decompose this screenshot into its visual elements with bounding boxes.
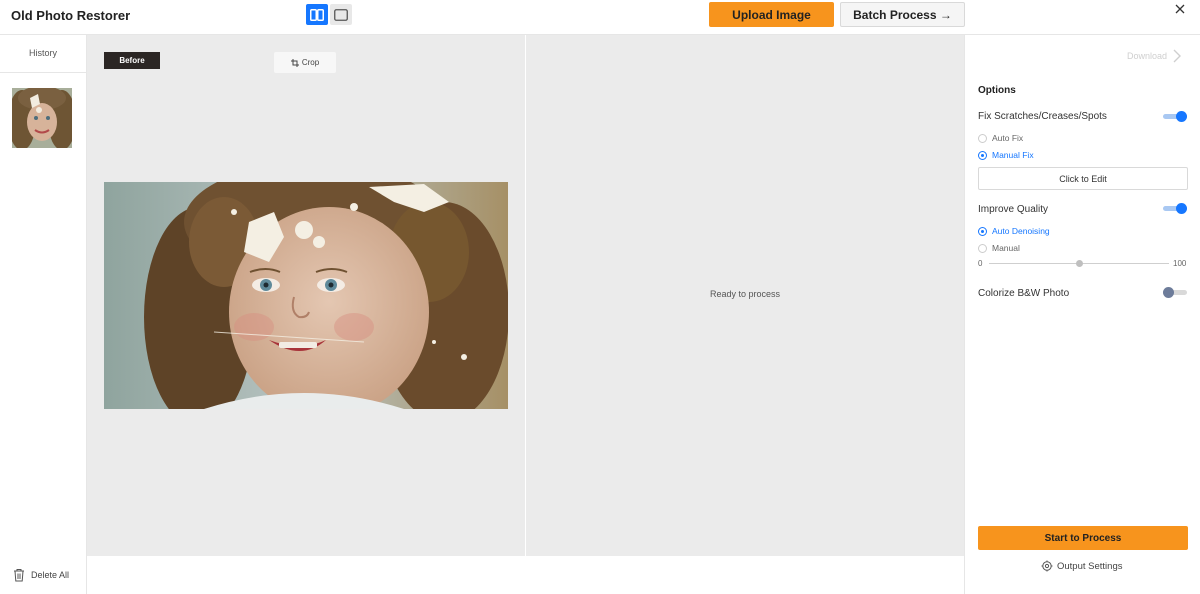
manual-fix-label: Manual Fix bbox=[992, 150, 1034, 160]
batch-process-button[interactable]: Batch Process → bbox=[840, 2, 965, 27]
radio-icon bbox=[978, 133, 987, 143]
app-title: Old Photo Restorer bbox=[11, 8, 131, 23]
ready-status: Ready to process bbox=[709, 289, 781, 299]
split-view-button[interactable] bbox=[306, 4, 328, 25]
fix-scratches-toggle[interactable] bbox=[1163, 111, 1187, 123]
close-icon[interactable] bbox=[1173, 2, 1187, 16]
before-canvas: Before Crop bbox=[87, 35, 525, 556]
trash-icon bbox=[14, 569, 24, 582]
app-header: Old Photo Restorer Upload Image Batch Pr… bbox=[0, 0, 1200, 35]
history-thumbnail-image bbox=[12, 88, 72, 148]
single-view-icon bbox=[334, 8, 348, 21]
history-title: History bbox=[0, 35, 86, 73]
delete-all-label: Delete All bbox=[31, 570, 70, 580]
options-heading: Options bbox=[978, 85, 1016, 96]
view-mode-toggle bbox=[306, 4, 352, 25]
original-photo bbox=[104, 182, 508, 409]
radio-checked-icon bbox=[978, 226, 987, 236]
output-settings-button[interactable]: Output Settings bbox=[1041, 560, 1122, 572]
slider-min-label: 0 bbox=[978, 259, 983, 268]
radio-icon bbox=[978, 243, 987, 253]
manual-radio[interactable]: Manual bbox=[978, 243, 1020, 253]
history-thumbnail[interactable] bbox=[12, 88, 72, 148]
download-button[interactable]: Download bbox=[1127, 49, 1182, 63]
crop-button[interactable]: Crop bbox=[274, 52, 336, 73]
improve-quality-toggle[interactable] bbox=[1163, 203, 1187, 215]
auto-fix-radio[interactable]: Auto Fix bbox=[978, 133, 1023, 143]
auto-fix-label: Auto Fix bbox=[992, 133, 1024, 143]
start-process-button[interactable]: Start to Process bbox=[978, 526, 1188, 550]
manual-label: Manual bbox=[992, 243, 1020, 253]
click-to-edit-button[interactable]: Click to Edit bbox=[978, 167, 1188, 190]
single-view-button[interactable] bbox=[330, 4, 352, 25]
download-label: Download bbox=[1127, 51, 1168, 61]
split-view-icon bbox=[310, 8, 324, 21]
gear-icon bbox=[1041, 560, 1053, 572]
crop-icon bbox=[290, 58, 299, 67]
improve-quality-label: Improve Quality bbox=[978, 204, 1049, 215]
chevron-right-icon bbox=[1173, 49, 1182, 63]
quality-slider-handle[interactable] bbox=[1075, 260, 1083, 267]
auto-denoising-radio[interactable]: Auto Denoising bbox=[978, 226, 1050, 236]
canvas-footer bbox=[87, 556, 964, 594]
output-settings-label: Output Settings bbox=[1057, 560, 1123, 572]
slider-max-label: 100 bbox=[1173, 259, 1187, 268]
auto-denoising-label: Auto Denoising bbox=[992, 226, 1050, 236]
fix-scratches-label: Fix Scratches/Creases/Spots bbox=[978, 111, 1107, 122]
delete-all-button[interactable]: Delete All bbox=[13, 568, 69, 582]
colorize-toggle[interactable] bbox=[1163, 287, 1187, 299]
colorize-label: Colorize B&W Photo bbox=[978, 288, 1070, 299]
history-panel: History Delete All bbox=[0, 35, 87, 594]
after-canvas: Ready to process bbox=[526, 35, 964, 556]
original-photo-image bbox=[104, 182, 508, 409]
radio-checked-icon bbox=[978, 150, 987, 160]
upload-image-button[interactable]: Upload Image bbox=[709, 2, 834, 27]
crop-label: Crop bbox=[301, 58, 320, 67]
manual-fix-radio[interactable]: Manual Fix bbox=[978, 150, 1034, 160]
before-badge: Before bbox=[104, 52, 160, 69]
options-panel: Download Options Fix Scratches/Creases/S… bbox=[964, 35, 1200, 594]
